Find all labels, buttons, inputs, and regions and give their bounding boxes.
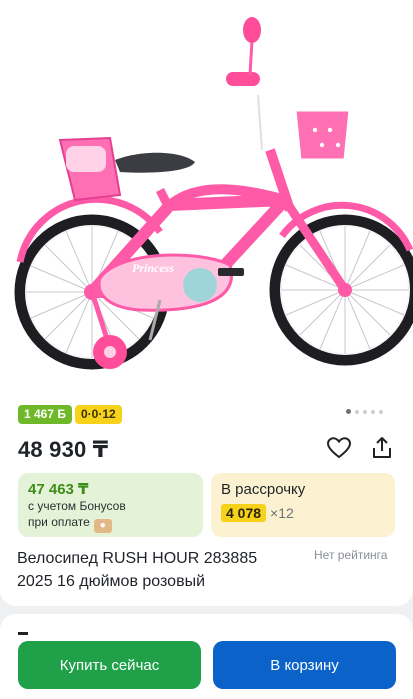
favorite-button[interactable] bbox=[325, 434, 353, 462]
installment-panel[interactable]: В рассрочку 4 078 ×12 bbox=[211, 473, 395, 537]
installment-badge: 0·0·12 bbox=[75, 405, 122, 424]
gallery-dot bbox=[355, 409, 359, 414]
wallet-icon: ● bbox=[93, 519, 112, 533]
buy-now-button[interactable]: Купить сейчас bbox=[18, 641, 201, 689]
bicycle-image: Princess bbox=[14, 17, 413, 370]
installment-amount: 4 078 bbox=[221, 504, 267, 522]
product-title[interactable]: Велосипед RUSH HOUR 283885 2025 16 дюймо… bbox=[17, 547, 287, 593]
product-price: 48 930 ₸ bbox=[18, 437, 109, 462]
share-button[interactable] bbox=[368, 434, 396, 462]
gallery-pagination bbox=[346, 409, 383, 414]
bonus-note-line2: при оплате bbox=[28, 515, 90, 529]
bonus-note-line2-wrap: при оплате ● bbox=[28, 515, 112, 533]
gallery-dot bbox=[379, 409, 383, 414]
installment-term: ×12 bbox=[270, 505, 294, 521]
next-section-heading-fragment bbox=[18, 632, 28, 635]
bonus-price-panel[interactable]: 47 463 ₸ с учетом Бонусов при оплате ● bbox=[18, 473, 203, 537]
bike-seat bbox=[115, 152, 195, 173]
heart-icon bbox=[327, 437, 351, 459]
bike-basket bbox=[293, 108, 352, 162]
gallery-dot bbox=[363, 409, 367, 414]
product-image-gallery[interactable]: Princess bbox=[0, 0, 413, 390]
gallery-dot-active bbox=[346, 409, 351, 414]
installment-title: В рассрочку bbox=[221, 481, 306, 498]
svg-text:Princess: Princess bbox=[132, 261, 174, 275]
handle-grip bbox=[226, 72, 260, 86]
bonus-price: 47 463 ₸ bbox=[28, 481, 89, 498]
bonus-badge: 1 467 Б bbox=[18, 405, 72, 424]
installment-row: 4 078 ×12 bbox=[221, 504, 294, 522]
add-to-cart-button[interactable]: В корзину bbox=[213, 641, 396, 689]
gallery-dot bbox=[371, 409, 375, 414]
product-rating[interactable]: Нет рейтинга bbox=[314, 548, 387, 562]
price-badges: 1 467 Б 0·0·12 bbox=[18, 405, 122, 424]
share-icon bbox=[373, 437, 391, 458]
bonus-note-line1: с учетом Бонусов bbox=[28, 499, 126, 513]
bike-mirror bbox=[243, 17, 261, 43]
